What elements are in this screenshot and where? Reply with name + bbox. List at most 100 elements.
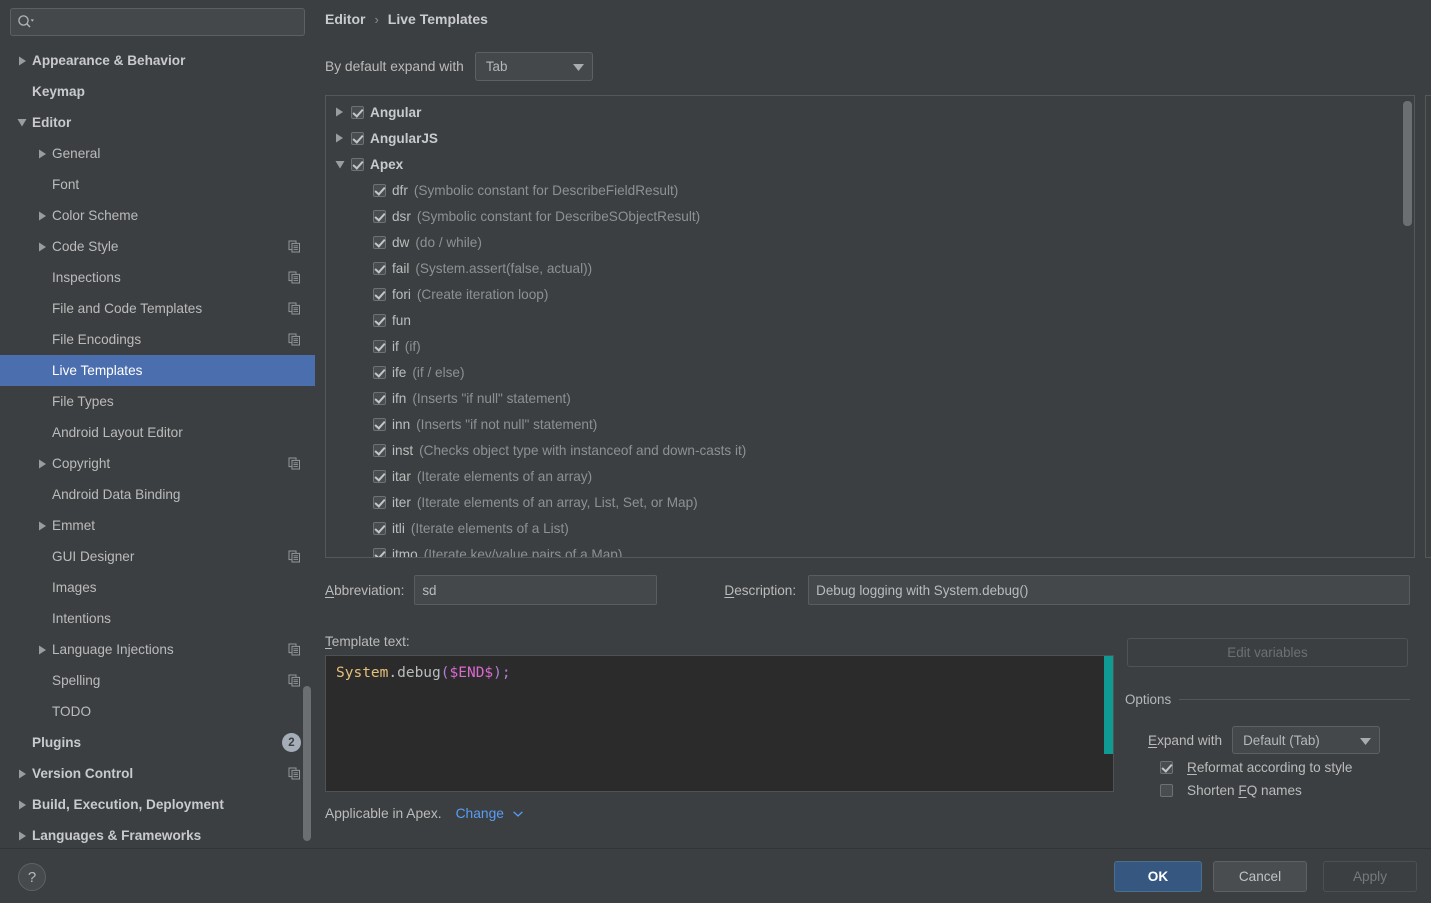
- template-row[interactable]: iter (Iterate elements of an array, List,…: [326, 489, 1414, 515]
- search-input[interactable]: [35, 13, 298, 31]
- sidebar-item-languages-frameworks[interactable]: Languages & Frameworks: [0, 820, 315, 848]
- sidebar-scrollbar-thumb[interactable]: [303, 686, 311, 841]
- sidebar-item-file-and-code-templates[interactable]: File and Code Templates: [0, 293, 315, 324]
- sidebar-item-android-layout-editor[interactable]: Android Layout Editor: [0, 417, 315, 448]
- template-row[interactable]: fail (System.assert(false, actual)): [326, 255, 1414, 281]
- default-expand-combo[interactable]: Tab: [474, 52, 593, 81]
- template-row[interactable]: fun: [326, 307, 1414, 333]
- template-checkbox[interactable]: [373, 521, 386, 535]
- chevron-right-icon[interactable]: [14, 766, 30, 782]
- sidebar-item-copyright[interactable]: Copyright: [0, 448, 315, 479]
- chevron-down-icon[interactable]: [332, 157, 347, 172]
- template-checkbox[interactable]: [373, 495, 386, 509]
- template-checkbox[interactable]: [373, 443, 386, 457]
- edit-variables-button[interactable]: Edit variables: [1127, 638, 1408, 667]
- sidebar-item-file-encodings[interactable]: File Encodings: [0, 324, 315, 355]
- template-group-checkbox[interactable]: [351, 105, 364, 119]
- sidebar-item-keymap[interactable]: Keymap: [0, 76, 315, 107]
- sidebar-item-general[interactable]: General: [0, 138, 315, 169]
- template-checkbox[interactable]: [373, 235, 386, 249]
- template-group-row[interactable]: AngularJS: [326, 125, 1414, 151]
- template-checkbox[interactable]: [373, 391, 386, 405]
- sidebar-item-android-data-binding[interactable]: Android Data Binding: [0, 479, 315, 510]
- template-checkbox[interactable]: [373, 287, 386, 301]
- chevron-right-icon[interactable]: [34, 518, 50, 534]
- template-checkbox[interactable]: [373, 209, 386, 223]
- template-row[interactable]: dw (do / while): [326, 229, 1414, 255]
- template-group-row[interactable]: Angular: [326, 99, 1414, 125]
- template-checkbox[interactable]: [373, 261, 386, 275]
- sidebar-item-intentions[interactable]: Intentions: [0, 603, 315, 634]
- sidebar-item-editor[interactable]: Editor: [0, 107, 315, 138]
- sidebar-item-images[interactable]: Images: [0, 572, 315, 603]
- template-checkbox[interactable]: [373, 469, 386, 483]
- template-row[interactable]: itli (Iterate elements of a List): [326, 515, 1414, 541]
- abbreviation-field[interactable]: sd: [414, 575, 658, 605]
- sidebar-item-language-injections[interactable]: Language Injections: [0, 634, 315, 665]
- template-description: (Iterate elements of an array, List, Set…: [416, 494, 698, 510]
- chevron-right-icon[interactable]: [34, 146, 50, 162]
- reformat-checkbox[interactable]: [1160, 761, 1173, 774]
- template-group-checkbox[interactable]: [351, 131, 364, 145]
- search-box[interactable]: [10, 8, 305, 36]
- templates-scrollbar-thumb[interactable]: [1403, 101, 1412, 226]
- expand-with-combo[interactable]: Default (Tab): [1232, 726, 1381, 754]
- template-checkbox[interactable]: [373, 417, 386, 431]
- template-row[interactable]: inst (Checks object type with instanceof …: [326, 437, 1414, 463]
- description-field[interactable]: Debug logging with System.debug(): [808, 575, 1411, 605]
- chevron-right-icon[interactable]: [34, 456, 50, 472]
- sidebar-item-build-execution-deployment[interactable]: Build, Execution, Deployment: [0, 789, 315, 820]
- sidebar-item-gui-designer[interactable]: GUI Designer: [0, 541, 315, 572]
- cancel-button[interactable]: Cancel: [1213, 861, 1307, 892]
- shorten-fq-names-checkbox[interactable]: [1160, 784, 1173, 797]
- template-row[interactable]: dfr (Symbolic constant for DescribeFieldR…: [326, 177, 1414, 203]
- chevron-right-icon[interactable]: [34, 239, 50, 255]
- help-button[interactable]: ?: [18, 863, 46, 891]
- chevron-right-icon[interactable]: [332, 105, 347, 120]
- sidebar-scrollbar[interactable]: [303, 46, 313, 841]
- shorten-option-row[interactable]: Shorten FQ names: [1160, 783, 1302, 798]
- template-row[interactable]: inn (Inserts "if not null" statement): [326, 411, 1414, 437]
- chevron-right-icon[interactable]: [332, 131, 347, 146]
- sidebar-item-spelling[interactable]: Spelling: [0, 665, 315, 696]
- template-group-row[interactable]: Apex: [326, 151, 1414, 177]
- chevron-right-icon[interactable]: [14, 53, 30, 69]
- chevron-right-icon[interactable]: [14, 828, 30, 844]
- sidebar-item-live-templates[interactable]: Live Templates: [0, 355, 315, 386]
- chevron-down-icon[interactable]: [14, 115, 30, 131]
- reformat-option-row[interactable]: Reformat according to style: [1160, 760, 1352, 775]
- template-checkbox[interactable]: [373, 365, 386, 379]
- chevron-right-icon[interactable]: [14, 797, 30, 813]
- sidebar-item-appearance-behavior[interactable]: Appearance & Behavior: [0, 45, 315, 76]
- template-row[interactable]: fori (Create iteration loop): [326, 281, 1414, 307]
- template-row[interactable]: ifn (Inserts "if null" statement): [326, 385, 1414, 411]
- breadcrumb-parent[interactable]: Editor: [325, 11, 365, 27]
- sidebar-item-todo[interactable]: TODO: [0, 696, 315, 727]
- template-checkbox[interactable]: [373, 339, 386, 353]
- template-row[interactable]: itmo (Iterate key/value pairs of a Map): [326, 541, 1414, 557]
- sidebar-item-inspections[interactable]: Inspections: [0, 262, 315, 293]
- template-checkbox[interactable]: [373, 313, 386, 327]
- template-row[interactable]: itar (Iterate elements of an array): [326, 463, 1414, 489]
- chevron-right-icon[interactable]: [34, 642, 50, 658]
- sidebar-item-emmet[interactable]: Emmet: [0, 510, 315, 541]
- sidebar-item-font[interactable]: Font: [0, 169, 315, 200]
- template-row[interactable]: dsr (Symbolic constant for DescribeSObjec…: [326, 203, 1414, 229]
- template-checkbox[interactable]: [373, 547, 386, 557]
- sidebar-item-version-control[interactable]: Version Control: [0, 758, 315, 789]
- template-row[interactable]: if (if): [326, 333, 1414, 359]
- template-group-checkbox[interactable]: [351, 157, 364, 171]
- ok-button[interactable]: OK: [1114, 861, 1202, 892]
- sidebar-item-label: Spelling: [52, 673, 101, 688]
- change-context-link[interactable]: Change: [456, 806, 523, 821]
- sidebar-item-file-types[interactable]: File Types: [0, 386, 315, 417]
- template-text-editor[interactable]: System.debug($END$);: [325, 655, 1114, 792]
- sidebar-item-code-style[interactable]: Code Style: [0, 231, 315, 262]
- chevron-right-icon[interactable]: [34, 208, 50, 224]
- apply-button[interactable]: Apply: [1323, 861, 1417, 892]
- templates-scrollbar[interactable]: [1403, 97, 1413, 556]
- template-row[interactable]: ife (if / else): [326, 359, 1414, 385]
- sidebar-item-plugins[interactable]: Plugins 2: [0, 727, 315, 758]
- template-checkbox[interactable]: [373, 183, 386, 197]
- sidebar-item-color-scheme[interactable]: Color Scheme: [0, 200, 315, 231]
